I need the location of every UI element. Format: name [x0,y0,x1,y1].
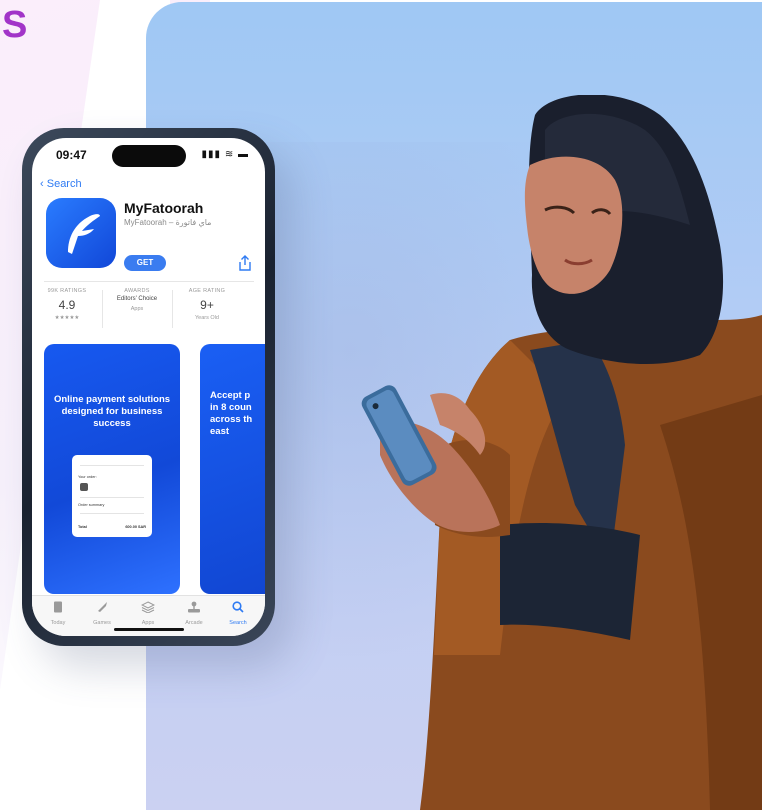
home-indicator [114,628,184,631]
awards-label: AWARDS [124,288,150,294]
age-rating-value: 9+ [200,298,214,312]
tab-arcade[interactable]: Arcade [174,600,214,626]
myfatoorah-app-icon[interactable] [46,198,116,268]
header-divider [44,281,254,282]
share-icon[interactable] [238,255,252,271]
tab-apps[interactable]: Apps [128,600,168,626]
tab-label: Apps [141,620,155,626]
face [524,156,623,294]
age-rating-stat: AGE RATING 9+ Years Old [176,288,238,321]
receipt-order-label: Your order: [78,475,97,479]
chevron-left-icon: ‹ [40,178,47,190]
phone-mockup: 09:47 ▮▮▮ ≋ ▬ ‹ Search MyFatoorah MyFato… [22,128,275,646]
tab-label: Search [229,620,247,626]
back-to-search-link[interactable]: ‹ Search [40,178,82,190]
ratings-stars: ★★★★★ [54,315,80,321]
tab-today[interactable]: Today [38,600,78,626]
sleeve-cuff [500,523,640,640]
tab-label: Games [93,620,111,626]
app-store-screen: 09:47 ▮▮▮ ≋ ▬ ‹ Search MyFatoorah MyFato… [32,138,265,636]
tab-label: Arcade [185,620,203,626]
product-thumbnail [80,483,88,491]
tab-label: Today [50,620,66,626]
awards-stat: AWARDS Editors' Choice Apps [106,288,168,312]
rocket-icon [98,602,107,612]
search-icon [232,601,244,613]
awards-foot: Apps [130,306,144,312]
age-rating-foot: Years Old [195,315,219,321]
ratings-stat: 99K RATINGS 4.9 ★★★★★ [36,288,98,321]
screenshot-1[interactable]: Online payment solutions designed for bu… [44,344,180,594]
mini-receipt: Your order: Order summary Total 600.00 S… [72,455,152,537]
app-subtitle: MyFatoorah – ماي فاتورة [124,218,212,227]
woman-with-phone-illustration [361,95,762,810]
feather-logo-icon [68,214,100,254]
receipt-total-value: 600.00 SAR [125,525,146,529]
stat-divider [102,290,103,328]
screenshot-2-caption: Accept p in 8 coun across th east [210,390,253,437]
back-label: Search [46,178,82,190]
receipt-total-label: Total [78,525,87,529]
status-icons: ▮▮▮ ≋ ▬ [201,149,249,160]
stat-divider [172,290,173,328]
heading-letter: S [2,4,28,46]
age-rating-label: AGE RATING [188,288,226,294]
arcade-icon [188,601,200,613]
today-icon [54,601,62,613]
screenshot-2[interactable]: Accept p in 8 coun across th east [200,344,265,594]
dynamic-island [112,145,186,167]
apps-stack-icon [140,601,156,614]
screenshot-1-caption: Online payment solutions designed for bu… [53,394,171,429]
ratings-value: 4.9 [58,298,76,312]
receipt-summary-label: Order summary [78,503,105,507]
app-name: MyFatoorah [124,200,204,216]
tab-search[interactable]: Search [218,600,258,626]
awards-value: Editors' Choice [116,296,158,302]
ratings-label: 99K RATINGS [47,288,87,294]
tab-games[interactable]: Games [82,600,122,626]
get-button[interactable]: GET [124,255,166,271]
status-time: 09:47 [56,148,87,162]
